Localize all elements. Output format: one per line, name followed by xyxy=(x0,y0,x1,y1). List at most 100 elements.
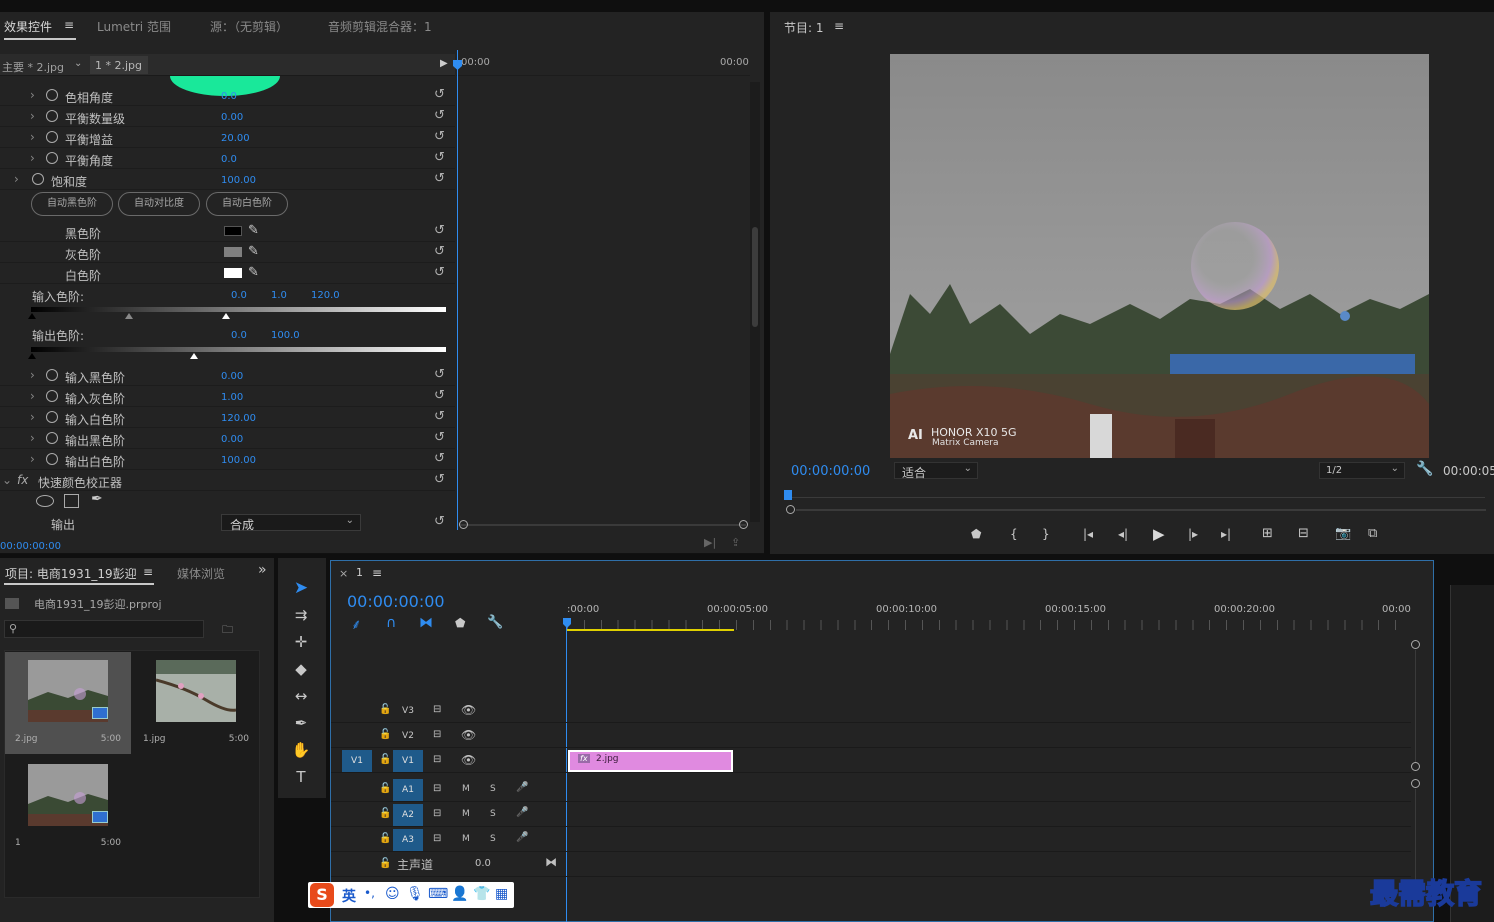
chevron-right-icon[interactable]: › xyxy=(30,109,35,123)
add-marker-icon[interactable]: ⬟ xyxy=(455,616,465,630)
timeline-timecode[interactable]: 00:00:00:00 xyxy=(347,592,445,611)
ellipse-mask-icon[interactable] xyxy=(36,495,54,507)
step-forward-icon[interactable]: |▸ xyxy=(1188,527,1198,541)
output-dropdown[interactable]: 合成 ⌄ xyxy=(221,514,361,532)
scroll-handle-bottom[interactable] xyxy=(1411,762,1420,771)
reset-icon[interactable]: ↺ xyxy=(434,514,445,529)
reset-icon[interactable]: ↺ xyxy=(434,108,445,123)
color-swatch[interactable] xyxy=(224,268,242,278)
work-area-bar[interactable] xyxy=(567,629,734,631)
param-value[interactable]: 0.00 xyxy=(221,112,243,123)
mark-in-icon[interactable]: { xyxy=(1010,527,1018,541)
reset-icon[interactable]: ↺ xyxy=(434,430,445,445)
play-clip-icon[interactable]: ▶| xyxy=(704,536,716,549)
reset-icon[interactable]: ↺ xyxy=(434,265,445,280)
output-levels-gradient[interactable] xyxy=(31,347,446,352)
stopwatch-icon[interactable] xyxy=(46,453,58,465)
go-to-in-icon[interactable]: |◂ xyxy=(1083,527,1093,541)
sync-lock-icon[interactable]: ⊟ xyxy=(433,833,441,844)
auto-white-level-button[interactable]: 自动白色阶 xyxy=(206,192,288,216)
master-volume-value[interactable]: 0.0 xyxy=(475,858,491,869)
reset-icon[interactable]: ↺ xyxy=(434,367,445,382)
auto-black-level-button[interactable]: 自动黑色阶 xyxy=(31,192,113,216)
track-select-tool-icon[interactable]: ⇉ xyxy=(290,604,312,626)
track-target-a1[interactable]: A1 xyxy=(393,779,423,801)
track-target-v3[interactable]: V3 xyxy=(393,700,423,722)
program-zoom-bar[interactable] xyxy=(796,509,1486,511)
program-title[interactable]: 节目: 1 xyxy=(784,19,824,36)
sync-lock-icon[interactable]: ⊟ xyxy=(433,754,441,765)
nest-icon[interactable]: ⸙ xyxy=(351,615,362,634)
program-preview-image[interactable]: AI HONOR X10 5G Matrix Camera xyxy=(890,54,1429,458)
sync-lock-icon[interactable]: ⊟ xyxy=(433,808,441,819)
mute-button[interactable]: M xyxy=(462,784,470,794)
tab-source[interactable]: 源：（无剪辑） xyxy=(210,18,288,35)
stopwatch-icon[interactable] xyxy=(46,131,58,143)
emoji-icon[interactable]: ☺ xyxy=(385,886,400,902)
eye-icon[interactable]: 👁 xyxy=(461,728,476,742)
fx-badge[interactable]: fx xyxy=(17,473,28,487)
param-value[interactable]: 0.0 xyxy=(221,154,237,165)
more-panels-icon[interactable]: » xyxy=(258,562,267,578)
solo-button[interactable]: S xyxy=(490,834,496,844)
reset-icon[interactable]: ↺ xyxy=(434,451,445,466)
reset-icon[interactable]: ↺ xyxy=(434,409,445,424)
fx-playhead[interactable] xyxy=(457,50,458,530)
add-marker-icon[interactable]: ⬟ xyxy=(971,527,981,541)
stopwatch-icon[interactable] xyxy=(46,390,58,402)
toolbox-icon[interactable]: ▦ xyxy=(495,886,508,902)
project-title[interactable]: 项目: 电商1931_19彭迎 xyxy=(5,565,137,582)
reset-icon[interactable]: ↺ xyxy=(434,129,445,144)
input-white-handle[interactable] xyxy=(222,313,230,319)
ripple-edit-tool-icon[interactable]: ✛ xyxy=(290,631,312,653)
chevron-right-icon[interactable]: › xyxy=(30,431,35,445)
reset-icon[interactable]: ↺ xyxy=(434,388,445,403)
zoom-handle-left[interactable] xyxy=(786,505,795,514)
sequence-clip-label[interactable]: 1 * 2.jpg xyxy=(95,59,142,72)
eyedropper-icon[interactable]: ✎ xyxy=(248,244,259,259)
stopwatch-icon[interactable] xyxy=(46,110,58,122)
chevron-down-icon[interactable]: ⌄ xyxy=(2,473,12,487)
zoom-handle-left[interactable] xyxy=(459,520,468,529)
color-swatch[interactable] xyxy=(224,226,242,236)
microphone-icon[interactable]: 🎤 xyxy=(516,807,528,818)
track-target-a2[interactable]: A2 xyxy=(393,804,423,826)
input-black-handle[interactable] xyxy=(28,313,36,319)
close-icon[interactable]: × xyxy=(339,567,348,580)
input-gray-value[interactable]: 1.0 xyxy=(271,290,287,301)
play-triangle-icon[interactable]: ▶ xyxy=(440,58,448,69)
master-clip-label[interactable]: 主要 * 2.jpg xyxy=(2,59,64,75)
lock-icon[interactable]: 🔓 xyxy=(379,729,391,740)
scrollbar-track[interactable] xyxy=(750,82,760,522)
param-value[interactable]: 120.00 xyxy=(221,413,256,424)
pen-tool-icon[interactable]: ✒ xyxy=(290,712,312,734)
slip-tool-icon[interactable]: ↔ xyxy=(290,685,312,707)
scroll-handle-top[interactable] xyxy=(1411,779,1420,788)
selection-tool-icon[interactable]: ➤ xyxy=(290,577,312,599)
output-white-value[interactable]: 100.0 xyxy=(271,330,300,341)
ime-language[interactable]: 英 xyxy=(342,886,356,906)
param-value[interactable]: 100.00 xyxy=(221,455,256,466)
param-value[interactable]: 0.00 xyxy=(221,434,243,445)
mark-out-icon[interactable]: } xyxy=(1042,527,1050,541)
scroll-handle-top[interactable] xyxy=(1411,640,1420,649)
zoom-scrollbar[interactable] xyxy=(460,524,746,526)
param-value[interactable]: 0.00 xyxy=(221,371,243,382)
stopwatch-icon[interactable] xyxy=(46,432,58,444)
program-time-ruler[interactable] xyxy=(785,497,1485,503)
eye-icon[interactable]: 👁 xyxy=(461,703,476,717)
eyedropper-icon[interactable]: ✎ xyxy=(248,223,259,238)
tab-audio-clip-mixer[interactable]: 音频剪辑混合器：1 xyxy=(328,18,432,35)
type-tool-icon[interactable]: T xyxy=(290,766,312,788)
color-swatch[interactable] xyxy=(224,247,242,257)
chevron-down-icon[interactable]: ⌄ xyxy=(74,58,82,69)
ime-logo[interactable]: S xyxy=(310,883,334,907)
play-icon[interactable]: ▶ xyxy=(1153,525,1165,543)
tab-lumetri-scopes[interactable]: Lumetri 范围 xyxy=(97,18,171,35)
output-black-value[interactable]: 0.0 xyxy=(231,330,247,341)
mute-button[interactable]: M xyxy=(462,834,470,844)
program-timecode[interactable]: 00:00:00:00 xyxy=(791,464,870,479)
razor-tool-icon[interactable]: ◆ xyxy=(290,658,312,680)
lock-icon[interactable]: 🔓 xyxy=(379,754,391,765)
microphone-icon[interactable]: 🎤 xyxy=(516,782,528,793)
